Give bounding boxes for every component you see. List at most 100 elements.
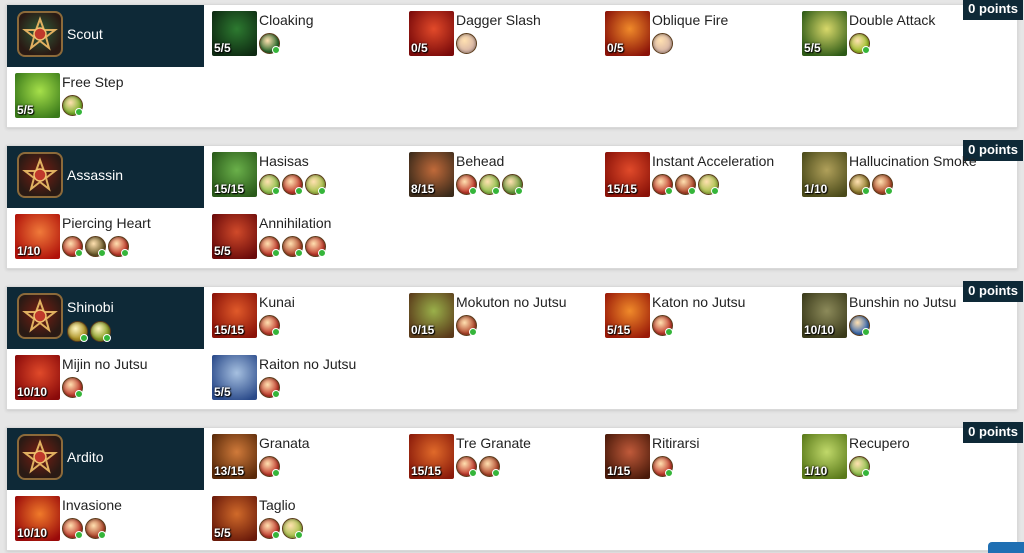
skill-icon[interactable]: 15/15 xyxy=(212,152,257,197)
class-header[interactable]: Scout xyxy=(7,5,204,67)
skill-icon[interactable]: 5/5 xyxy=(212,496,257,541)
skill-icon[interactable]: 5/5 xyxy=(212,355,257,400)
class-header[interactable]: Shinobi xyxy=(7,287,204,349)
subskill-icon[interactable] xyxy=(259,315,280,336)
class-header[interactable]: Assassin xyxy=(7,146,204,208)
subskill-icon[interactable] xyxy=(479,174,500,195)
skill-level: 15/15 xyxy=(214,323,245,337)
subskill-icon[interactable] xyxy=(652,33,673,54)
skill-free-step[interactable]: 5/5 Free Step xyxy=(15,73,211,129)
subskill-icon[interactable] xyxy=(62,377,83,398)
skill-icon[interactable]: 5/5 xyxy=(212,214,257,259)
subskill-icon[interactable] xyxy=(456,33,477,54)
skill-instant-acceleration[interactable]: 15/15 Instant Acceleration xyxy=(605,152,801,208)
subskill-icon[interactable] xyxy=(259,236,280,257)
skill-invasione[interactable]: 10/10 Invasione xyxy=(15,496,211,552)
subskill-icon[interactable] xyxy=(849,174,870,195)
skill-icon[interactable]: 5/5 xyxy=(15,73,60,118)
scroll-to-top-button[interactable] xyxy=(988,542,1024,553)
skill-bunshin-no-jutsu[interactable]: 10/10 Bunshin no Jutsu xyxy=(802,293,998,349)
subskill-icon[interactable] xyxy=(62,518,83,539)
skill-icon[interactable]: 1/10 xyxy=(802,434,847,479)
subskill-icon[interactable] xyxy=(259,456,280,477)
class-emblem-icon xyxy=(17,152,63,198)
skill-icon[interactable]: 15/15 xyxy=(605,152,650,197)
skill-icon[interactable]: 0/5 xyxy=(605,11,650,56)
subskill-icon[interactable] xyxy=(62,95,83,116)
subskill-icon[interactable] xyxy=(85,518,106,539)
subskill-icon[interactable] xyxy=(259,174,280,195)
skill-double-attack[interactable]: 5/5 Double Attack xyxy=(802,11,998,67)
skill-taglio[interactable]: 5/5 Taglio xyxy=(212,496,408,552)
skill-hallucination-smoke[interactable]: 1/10 Hallucination Smoke xyxy=(802,152,998,208)
subskill-icon[interactable] xyxy=(849,456,870,477)
skill-dagger-slash[interactable]: 0/5 Dagger Slash xyxy=(409,11,605,67)
skill-level: 5/5 xyxy=(214,41,231,55)
subskill-icon[interactable] xyxy=(502,174,523,195)
skill-ritirarsi[interactable]: 1/15 Ritirarsi xyxy=(605,434,801,490)
skill-granata[interactable]: 13/15 Granata xyxy=(212,434,408,490)
skill-behead[interactable]: 8/15 Behead xyxy=(409,152,605,208)
skill-tre-granate[interactable]: 15/15 Tre Granate xyxy=(409,434,605,490)
skill-mokuton-no-jutsu[interactable]: 0/15 Mokuton no Jutsu xyxy=(409,293,605,349)
subskill-row xyxy=(259,33,280,54)
subskill-icon[interactable] xyxy=(849,315,870,336)
skill-icon[interactable]: 5/15 xyxy=(605,293,650,338)
skill-icon[interactable]: 0/5 xyxy=(409,11,454,56)
skill-icon[interactable]: 10/10 xyxy=(15,355,60,400)
skill-piercing-heart[interactable]: 1/10 Piercing Heart xyxy=(15,214,211,270)
skill-recupero[interactable]: 1/10 Recupero xyxy=(802,434,998,490)
skill-level: 1/10 xyxy=(17,244,41,258)
skill-name: Recupero xyxy=(849,435,910,451)
subskill-icon[interactable] xyxy=(652,315,673,336)
skill-name: Mokuton no Jutsu xyxy=(456,294,567,310)
class-subskill-icon[interactable] xyxy=(67,321,88,342)
skill-annihilation[interactable]: 5/5 Annihilation xyxy=(212,214,408,270)
subskill-icon[interactable] xyxy=(108,236,129,257)
skill-level: 5/5 xyxy=(17,103,34,117)
subskill-icon[interactable] xyxy=(259,518,280,539)
skill-icon[interactable]: 15/15 xyxy=(409,434,454,479)
subskill-icon[interactable] xyxy=(259,33,280,54)
skill-icon[interactable]: 0/15 xyxy=(409,293,454,338)
skill-mijin-no-jutsu[interactable]: 10/10 Mijin no Jutsu xyxy=(15,355,211,411)
skill-oblique-fire[interactable]: 0/5 Oblique Fire xyxy=(605,11,801,67)
class-subskill-icon[interactable] xyxy=(90,321,111,342)
subskill-icon[interactable] xyxy=(259,377,280,398)
subskill-icon[interactable] xyxy=(675,174,696,195)
class-header[interactable]: Ardito xyxy=(7,428,204,490)
skill-hasisas[interactable]: 15/15 Hasisas xyxy=(212,152,408,208)
skill-raiton-no-jutsu[interactable]: 5/5 Raiton no Jutsu xyxy=(212,355,408,411)
skill-icon[interactable]: 13/15 xyxy=(212,434,257,479)
skill-cloaking[interactable]: 5/5 Cloaking xyxy=(212,11,408,67)
subskill-icon[interactable] xyxy=(872,174,893,195)
skill-kunai[interactable]: 15/15 Kunai xyxy=(212,293,408,349)
skill-katon-no-jutsu[interactable]: 5/15 Katon no Jutsu xyxy=(605,293,801,349)
skill-icon[interactable]: 1/10 xyxy=(15,214,60,259)
skill-icon[interactable]: 5/5 xyxy=(212,11,257,56)
skill-icon[interactable]: 5/5 xyxy=(802,11,847,56)
subskill-icon[interactable] xyxy=(456,315,477,336)
subskill-icon[interactable] xyxy=(652,456,673,477)
subskill-icon[interactable] xyxy=(849,33,870,54)
subskill-icon[interactable] xyxy=(282,518,303,539)
subskill-icon[interactable] xyxy=(62,236,83,257)
skill-icon[interactable]: 15/15 xyxy=(212,293,257,338)
subskill-icon[interactable] xyxy=(456,456,477,477)
skill-icon[interactable]: 1/10 xyxy=(802,152,847,197)
skill-icon[interactable]: 10/10 xyxy=(802,293,847,338)
subskill-icon[interactable] xyxy=(698,174,719,195)
skill-name: Mijin no Jutsu xyxy=(62,356,148,372)
subskill-icon[interactable] xyxy=(456,174,477,195)
subskill-icon[interactable] xyxy=(85,236,106,257)
subskill-icon[interactable] xyxy=(282,236,303,257)
subskill-icon[interactable] xyxy=(305,174,326,195)
subskill-icon[interactable] xyxy=(282,174,303,195)
class-panel-ardito: 0 points Ardito 13/15 Granata 15/15 Tre Grana… xyxy=(6,422,1023,552)
skill-icon[interactable]: 1/15 xyxy=(605,434,650,479)
skill-icon[interactable]: 10/10 xyxy=(15,496,60,541)
skill-icon[interactable]: 8/15 xyxy=(409,152,454,197)
subskill-icon[interactable] xyxy=(652,174,673,195)
subskill-icon[interactable] xyxy=(479,456,500,477)
subskill-icon[interactable] xyxy=(305,236,326,257)
